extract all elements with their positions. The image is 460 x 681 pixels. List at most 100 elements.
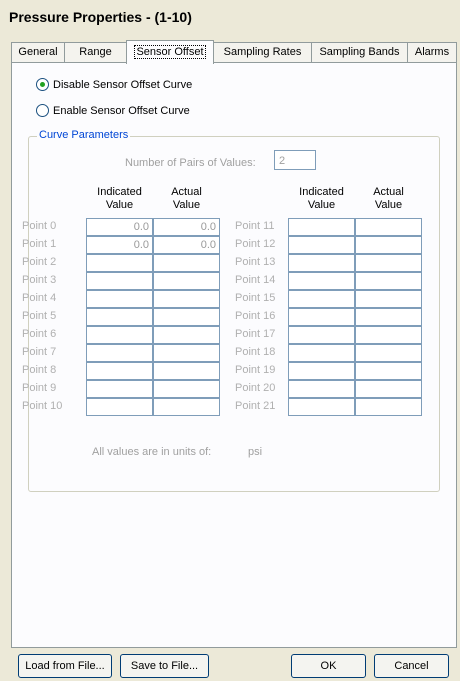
- actual-value-field[interactable]: [153, 254, 220, 272]
- indicated-value-field[interactable]: 0.0: [86, 236, 153, 254]
- indicated-value-field[interactable]: [86, 272, 153, 290]
- actual-value-field[interactable]: [153, 308, 220, 326]
- tab-sensor-offset[interactable]: Sensor Offset: [126, 40, 214, 64]
- indicated-value-field[interactable]: [288, 308, 355, 326]
- right-indicated-header: Indicated Value: [288, 186, 355, 212]
- indicated-value-field[interactable]: [86, 308, 153, 326]
- actual-value-field[interactable]: [355, 254, 422, 272]
- cancel-button[interactable]: Cancel: [374, 654, 449, 678]
- actual-value-field[interactable]: [153, 272, 220, 290]
- indicated-value-field[interactable]: [86, 254, 153, 272]
- indicated-value-field[interactable]: [86, 344, 153, 362]
- indicated-value-field[interactable]: 0.0: [86, 218, 153, 236]
- radio-selected-dot: [40, 82, 45, 87]
- actual-value-field[interactable]: [355, 362, 422, 380]
- indicated-value-field[interactable]: [288, 344, 355, 362]
- header-line: Indicated: [299, 186, 344, 198]
- header-line: Actual: [373, 186, 404, 198]
- point-label: Point 3: [22, 274, 57, 286]
- actual-value-field[interactable]: [355, 236, 422, 254]
- point-label: Point 21: [235, 400, 276, 412]
- point-label: Point 4: [22, 292, 57, 304]
- actual-value-field[interactable]: [355, 326, 422, 344]
- point-label: Point 9: [22, 382, 57, 394]
- left-actual-header: Actual Value: [153, 186, 220, 212]
- point-label: Point 8: [22, 364, 57, 376]
- tab-strip: General Range Sensor Offset Sampling Rat…: [11, 40, 457, 64]
- point-label: Point 13: [235, 256, 276, 268]
- actual-value-field[interactable]: [153, 326, 220, 344]
- actual-value-field[interactable]: [153, 398, 220, 416]
- point-label: Point 16: [235, 310, 276, 322]
- actual-value-field[interactable]: [153, 380, 220, 398]
- point-label: Point 10: [22, 400, 63, 412]
- header-line: Actual: [171, 186, 202, 198]
- indicated-value-field[interactable]: [288, 380, 355, 398]
- actual-value-field[interactable]: 0.0: [153, 236, 220, 254]
- point-label: Point 0: [22, 220, 57, 232]
- point-label: Point 20: [235, 382, 276, 394]
- actual-value-field[interactable]: [355, 218, 422, 236]
- indicated-value-field[interactable]: [288, 254, 355, 272]
- tab-general[interactable]: General: [11, 42, 65, 62]
- indicated-value-field[interactable]: [288, 236, 355, 254]
- tab-sampling-bands[interactable]: Sampling Bands: [311, 42, 408, 62]
- right-actual-header: Actual Value: [355, 186, 422, 212]
- tab-alarms[interactable]: Alarms: [407, 42, 457, 62]
- actual-value-field[interactable]: [355, 398, 422, 416]
- header-line: Value: [307, 199, 336, 211]
- indicated-value-field[interactable]: [86, 290, 153, 308]
- point-label: Point 5: [22, 310, 57, 322]
- tab-sensor-offset-label: Sensor Offset: [134, 45, 206, 59]
- actual-value-field[interactable]: [355, 380, 422, 398]
- actual-value-field[interactable]: [355, 344, 422, 362]
- point-label: Point 18: [235, 346, 276, 358]
- actual-value-field[interactable]: 0.0: [153, 218, 220, 236]
- header-line: Value: [105, 199, 134, 211]
- disable-offset-radio[interactable]: [36, 78, 49, 91]
- point-label: Point 11: [235, 220, 275, 232]
- enable-offset-radio[interactable]: [36, 104, 49, 117]
- point-label: Point 15: [235, 292, 276, 304]
- tab-range[interactable]: Range: [64, 42, 127, 62]
- curve-parameters-title: Curve Parameters: [37, 129, 131, 141]
- ok-button[interactable]: OK: [291, 654, 366, 678]
- indicated-value-field[interactable]: [288, 398, 355, 416]
- actual-value-field[interactable]: [153, 290, 220, 308]
- sensor-offset-panel: Disable Sensor Offset Curve Enable Senso…: [11, 62, 457, 648]
- point-label: Point 1: [22, 238, 57, 250]
- indicated-value-field[interactable]: [86, 380, 153, 398]
- point-label: Point 17: [235, 328, 276, 340]
- indicated-value-field[interactable]: [86, 326, 153, 344]
- actual-value-field[interactable]: [153, 344, 220, 362]
- units-label: All values are in units of:: [92, 446, 212, 458]
- actual-value-field[interactable]: [355, 290, 422, 308]
- header-line: Value: [374, 199, 403, 211]
- pairs-count-field[interactable]: 2: [274, 150, 316, 170]
- load-from-file-button[interactable]: Load from File...: [18, 654, 112, 678]
- actual-value-field[interactable]: [355, 308, 422, 326]
- indicated-value-field[interactable]: [288, 362, 355, 380]
- enable-offset-label: Enable Sensor Offset Curve: [53, 105, 190, 117]
- point-label: Point 14: [235, 274, 276, 286]
- pairs-count-label: Number of Pairs of Values:: [125, 157, 256, 169]
- indicated-value-field[interactable]: [86, 362, 153, 380]
- actual-value-field[interactable]: [153, 362, 220, 380]
- window-title: Pressure Properties - (1-10): [9, 9, 192, 25]
- point-label: Point 19: [235, 364, 276, 376]
- indicated-value-field[interactable]: [288, 218, 355, 236]
- actual-value-field[interactable]: [355, 272, 422, 290]
- tab-sampling-rates[interactable]: Sampling Rates: [213, 42, 312, 62]
- left-indicated-header: Indicated Value: [86, 186, 153, 212]
- point-label: Point 6: [22, 328, 57, 340]
- indicated-value-field[interactable]: [288, 272, 355, 290]
- indicated-value-field[interactable]: [288, 326, 355, 344]
- header-line: Value: [172, 199, 201, 211]
- units-value: psi: [248, 446, 263, 458]
- indicated-value-field[interactable]: [288, 290, 355, 308]
- header-line: Indicated: [97, 186, 142, 198]
- point-label: Point 12: [235, 238, 276, 250]
- point-label: Point 2: [22, 256, 57, 268]
- save-to-file-button[interactable]: Save to File...: [120, 654, 209, 678]
- indicated-value-field[interactable]: [86, 398, 153, 416]
